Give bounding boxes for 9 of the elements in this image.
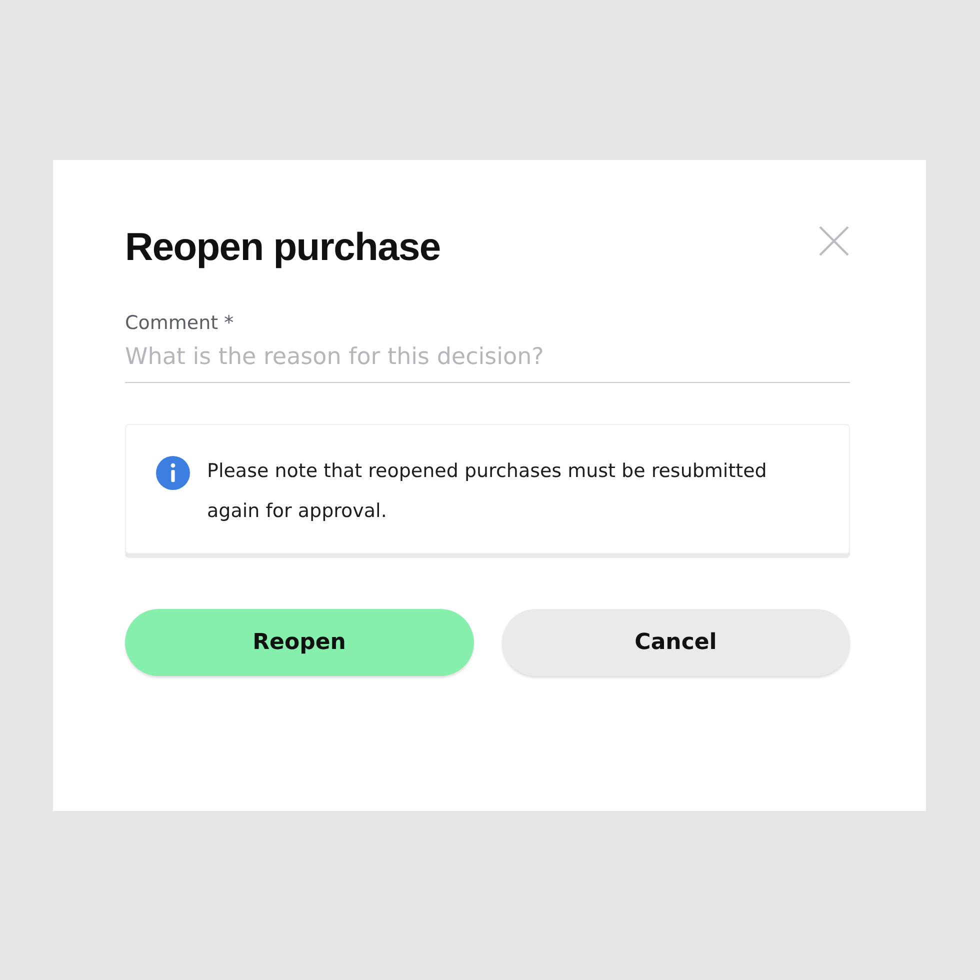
notice-text: Please note that reopened purchases must be resubmitted again for approval. <box>207 459 768 524</box>
field-label: Comment * <box>125 312 235 334</box>
comment-field[interactable]: What is the reason for this decision? <box>125 334 850 383</box>
info-icon <box>156 456 190 490</box>
reopen-button[interactable]: Reopen <box>125 609 474 676</box>
close-icon <box>818 225 850 257</box>
cancel-button[interactable]: Cancel <box>502 609 850 676</box>
dialog-title: Reopen purchase <box>125 226 440 270</box>
close-button[interactable] <box>818 225 850 257</box>
